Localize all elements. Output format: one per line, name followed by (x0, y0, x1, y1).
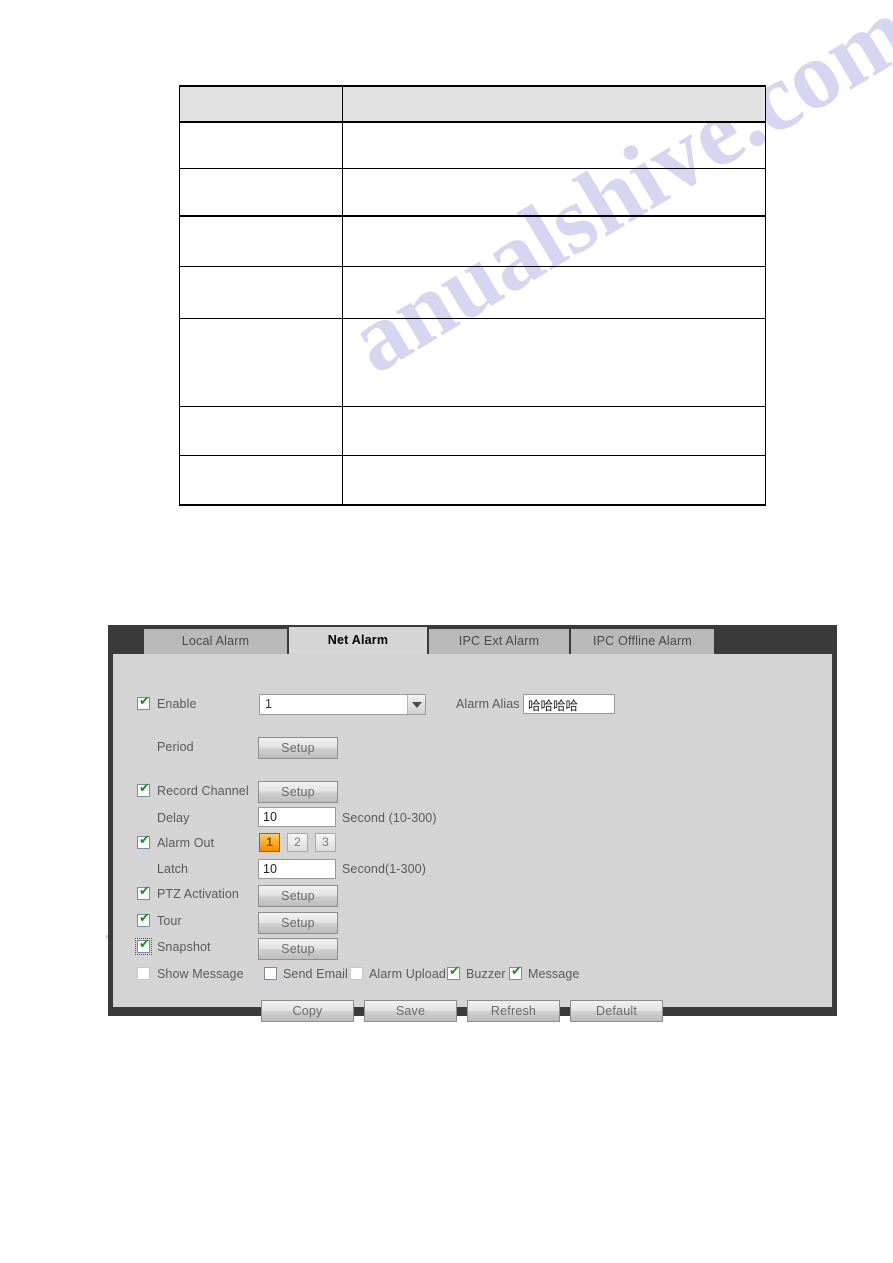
table-cell (342, 454, 766, 506)
table-cell (342, 167, 766, 217)
tab-strip: Local Alarm Net Alarm IPC Ext Alarm IPC … (108, 625, 837, 654)
table-cell (342, 265, 766, 319)
message-checkbox[interactable]: ✔ (509, 964, 522, 980)
tour-setup-button[interactable]: Setup (258, 912, 338, 934)
tab-local-alarm[interactable]: Local Alarm (144, 629, 287, 654)
table-cell (179, 454, 343, 506)
alarm-out-button-2[interactable]: 2 (287, 833, 308, 852)
channel-select-value: 1 (265, 697, 272, 711)
alarm-out-checkbox[interactable]: ✔ (137, 833, 150, 849)
table-row (179, 405, 766, 456)
ptz-activation-checkbox[interactable]: ✔ (137, 884, 150, 900)
table-row (179, 454, 766, 506)
specification-table (179, 85, 766, 506)
table-cell (179, 405, 343, 456)
table-row (179, 121, 766, 169)
table-cell (342, 121, 766, 169)
delay-range-hint: Second (10-300) (342, 811, 437, 825)
table-row (179, 317, 766, 407)
check-icon: ✔ (139, 833, 150, 848)
panel-body: ✔ Enable 1 Alarm Alias Period Setup ✔ Re… (113, 654, 832, 1022)
snapshot-setup-button[interactable]: Setup (258, 938, 338, 960)
alarm-out-button-1[interactable]: 1 (259, 833, 280, 852)
table-cell (179, 317, 343, 407)
chevron-down-icon[interactable] (407, 695, 425, 714)
ptz-activation-setup-button[interactable]: Setup (258, 885, 338, 907)
check-icon: ✔ (139, 937, 150, 952)
table-cell (179, 121, 343, 169)
table-cell (179, 167, 343, 217)
check-icon: ✔ (139, 781, 150, 796)
alarm-out-button-3[interactable]: 3 (315, 833, 336, 852)
snapshot-label: Snapshot (157, 940, 211, 954)
alarm-alias-input[interactable] (523, 694, 615, 714)
send-email-checkbox[interactable] (264, 967, 277, 980)
alarm-upload-checkbox[interactable] (350, 967, 363, 980)
table-row (179, 167, 766, 217)
latch-label: Latch (157, 862, 189, 876)
table-row (179, 265, 766, 319)
table-row (179, 215, 766, 267)
period-label: Period (157, 740, 194, 754)
tab-net-alarm[interactable]: Net Alarm (289, 627, 427, 654)
buzzer-checkbox[interactable]: ✔ (447, 964, 460, 980)
table-cell (342, 317, 766, 407)
ptz-activation-label: PTZ Activation (157, 887, 239, 901)
refresh-button[interactable]: Refresh (467, 1000, 560, 1022)
enable-checkbox[interactable]: ✔ (137, 694, 150, 710)
check-icon: ✔ (139, 911, 150, 926)
tour-checkbox[interactable]: ✔ (137, 911, 150, 927)
buzzer-label: Buzzer (466, 967, 506, 981)
channel-select[interactable]: 1 (259, 694, 426, 715)
tab-ipc-offline-alarm[interactable]: IPC Offline Alarm (571, 629, 714, 654)
snapshot-checkbox[interactable]: ✔ (135, 937, 152, 955)
alarm-upload-label: Alarm Upload (369, 967, 446, 981)
save-button[interactable]: Save (364, 1000, 457, 1022)
table-cell (179, 215, 343, 267)
tab-ipc-ext-alarm[interactable]: IPC Ext Alarm (429, 629, 569, 654)
record-channel-setup-button[interactable]: Setup (258, 781, 338, 803)
table-cell (342, 215, 766, 267)
check-icon: ✔ (449, 964, 460, 979)
check-icon: ✔ (511, 964, 522, 979)
alarm-alias-label: Alarm Alias (456, 697, 520, 711)
table-header-cell-function (342, 85, 766, 123)
delay-input[interactable] (258, 807, 336, 827)
table-cell (179, 265, 343, 319)
default-button[interactable]: Default (570, 1000, 663, 1022)
delay-label: Delay (157, 811, 190, 825)
show-message-checkbox[interactable] (137, 967, 150, 980)
show-message-label: Show Message (157, 967, 244, 981)
send-email-label: Send Email (283, 967, 348, 981)
latch-input[interactable] (258, 859, 336, 879)
record-channel-label: Record Channel (157, 784, 249, 798)
copy-button[interactable]: Copy (261, 1000, 354, 1022)
message-label: Message (528, 967, 580, 981)
check-icon: ✔ (139, 694, 150, 709)
table-cell (342, 405, 766, 456)
latch-range-hint: Second(1-300) (342, 862, 426, 876)
alarm-settings-panel: Local Alarm Net Alarm IPC Ext Alarm IPC … (108, 625, 837, 1022)
check-icon: ✔ (139, 884, 150, 899)
period-setup-button[interactable]: Setup (258, 737, 338, 759)
record-channel-checkbox[interactable]: ✔ (137, 781, 150, 797)
table-header-cell-parameter (179, 85, 343, 123)
table-header-row (179, 85, 766, 123)
tour-label: Tour (157, 914, 182, 928)
alarm-out-label: Alarm Out (157, 836, 215, 850)
enable-label: Enable (157, 697, 197, 711)
